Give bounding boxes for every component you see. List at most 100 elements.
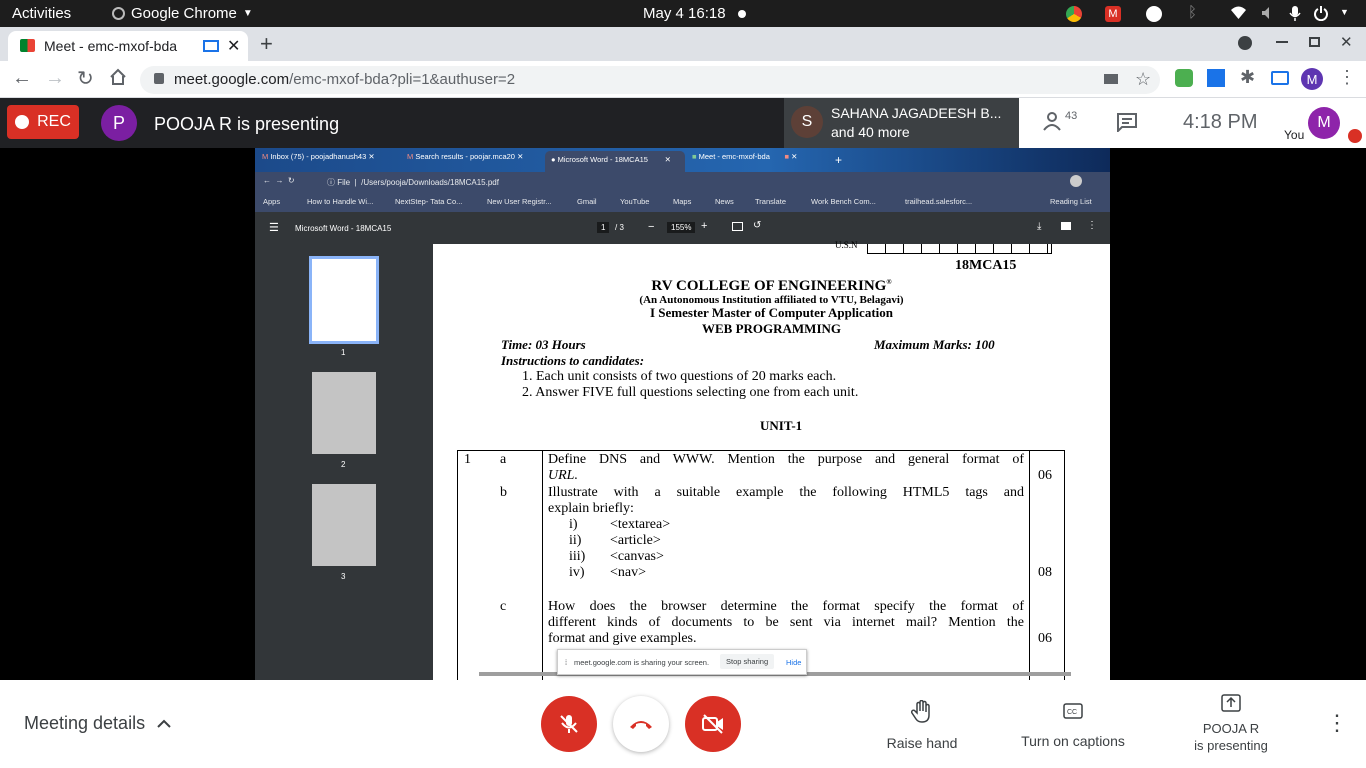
instruction-1: 1. Each unit consists of two questions o… xyxy=(522,369,837,384)
extensions-icon[interactable]: ✱ xyxy=(1240,67,1255,88)
raise-hand-button[interactable]: Raise hand xyxy=(872,700,972,751)
you-label: You xyxy=(1284,128,1305,142)
new-tab-button[interactable]: + xyxy=(260,31,273,57)
question-a-marks: 06 xyxy=(1038,468,1052,483)
dropdown-arrow-icon: ▼ xyxy=(242,8,253,19)
volume-icon[interactable] xyxy=(1260,5,1276,21)
notification-dot-icon xyxy=(737,9,746,18)
camera-off-icon xyxy=(701,714,725,734)
reload-icon[interactable]: ↻ xyxy=(77,66,94,91)
bookmark-star-icon[interactable]: ☆ xyxy=(1135,69,1151,90)
chat-icon[interactable] xyxy=(1116,112,1138,132)
thumbnail-label-3: 3 xyxy=(341,572,346,581)
course-code: 18MCA15 xyxy=(955,258,1017,273)
captions-button[interactable]: CC Turn on captions xyxy=(1013,703,1133,753)
question-c-marks: 06 xyxy=(1038,631,1052,646)
pdf-page-field: 1 xyxy=(597,222,610,233)
question-b-marks: 08 xyxy=(1038,565,1052,580)
microphone-icon[interactable] xyxy=(1289,5,1301,22)
sharing-notice-text: meet.google.com is sharing your screen. xyxy=(574,658,710,667)
meet-clock: 4:18 PM xyxy=(1183,111,1258,133)
browser-tab-bar: Meet - emc-mxof-bda ✕ + ✕ xyxy=(0,27,1366,61)
pdf-fit-icon xyxy=(732,222,743,231)
chrome-icon xyxy=(112,7,125,20)
close-window-icon[interactable]: ✕ xyxy=(1340,33,1353,51)
camera-toggle-button[interactable] xyxy=(685,696,741,752)
shared-screen: M Inbox (75) - poojadhanush43 ✕ M Search… xyxy=(255,148,1110,680)
tab-meet[interactable]: Meet - emc-mxof-bda ✕ xyxy=(8,31,248,61)
html-extension-icon[interactable] xyxy=(1175,69,1193,87)
more-options-icon[interactable]: ⋮ xyxy=(1326,710,1348,736)
mic-toggle-button[interactable] xyxy=(541,696,597,752)
system-top-bar: Activities Google Chrome ▼ May 4 16:18 M… xyxy=(0,0,1366,27)
url-path: /emc-mxof-bda?pli=1&authuser=2 xyxy=(289,71,516,88)
table-divider-left xyxy=(542,451,543,680)
question-table: 1 a Define DNS and WWW. Mention the purp… xyxy=(457,450,1065,680)
shared-address-bar: ← → ↻ ⓘ File | /Users/pooja/Downloads/18… xyxy=(255,172,1110,192)
profile-avatar[interactable]: M xyxy=(1301,68,1323,90)
activities-button[interactable]: Activities xyxy=(12,5,71,22)
home-icon[interactable] xyxy=(109,68,127,86)
bookmark-workbench: Work Bench Com... xyxy=(811,197,876,206)
shared-bookmarks-bar: Apps How to Handle Wi... NextStep- Tata … xyxy=(255,192,1110,212)
system-clock[interactable]: May 4 16:18 xyxy=(643,5,746,22)
wifi-icon[interactable] xyxy=(1230,5,1247,20)
cast-icon[interactable] xyxy=(1271,71,1289,85)
sharing-notice: ⁞ meet.google.com is sharing your screen… xyxy=(557,649,807,675)
instruction-2: 2. Answer FIVE full questions selecting … xyxy=(522,385,859,400)
pdf-page-total: / 3 xyxy=(615,223,624,232)
chrome-tray-icon[interactable] xyxy=(1066,6,1082,22)
shared-tab-strip: M Inbox (75) - poojadhanush43 ✕ M Search… xyxy=(255,148,1110,172)
address-bar[interactable]: meet.google.com/emc-mxof-bda?pli=1&authu… xyxy=(140,66,1160,94)
expand-extension-icon[interactable] xyxy=(1207,69,1225,87)
pdf-zoom-in-icon: + xyxy=(701,220,708,232)
bookmark-apps: Apps xyxy=(263,197,281,206)
presenting-status-button[interactable]: POOJA R is presenting xyxy=(1171,694,1291,764)
browser-menu-icon[interactable]: ⋮ xyxy=(1338,67,1356,88)
back-icon[interactable]: ← xyxy=(12,67,32,90)
pdf-zoom-out-icon: − xyxy=(648,221,655,233)
captions-label: Turn on captions xyxy=(1021,733,1125,749)
close-tab-icon[interactable]: ✕ xyxy=(227,36,240,56)
system-menu-arrow-icon[interactable]: ▼ xyxy=(1340,7,1349,17)
tag-item: <article> xyxy=(610,533,661,548)
present-icon xyxy=(1221,694,1241,712)
pdf-zoom-field: 155% xyxy=(667,222,696,233)
usn-boxes xyxy=(867,244,1052,254)
power-icon[interactable] xyxy=(1313,5,1329,21)
pdf-thumbnails: 1 2 3 xyxy=(255,244,433,680)
minimize-icon[interactable] xyxy=(1276,41,1288,43)
participant-tile[interactable]: S SAHANA JAGADEESH B... and 40 more xyxy=(784,98,1019,148)
tag-item-num: ii) xyxy=(569,533,582,548)
record-tray-icon[interactable] xyxy=(1146,6,1162,22)
bookmark-3: New User Registr... xyxy=(487,197,552,206)
chevron-up-icon xyxy=(157,719,171,728)
app-menu[interactable]: Google Chrome ▼ xyxy=(112,5,253,22)
pdf-page: U.S.N 18MCA15 RV COLLEGE OF ENGINEERING®… xyxy=(433,240,1110,680)
tab-search-icon[interactable] xyxy=(1238,36,1252,50)
browser-toolbar: ← → ↻ meet.google.com/emc-mxof-bda?pli=1… xyxy=(0,61,1366,98)
question-number: 1 xyxy=(464,452,471,467)
thumbnail-page-1 xyxy=(309,256,379,344)
meet-favicon-icon xyxy=(20,39,35,52)
lock-icon xyxy=(154,73,164,84)
presenting-title: POOJA R is presenting xyxy=(154,114,340,134)
people-icon[interactable] xyxy=(1043,111,1067,131)
camera-blocked-icon[interactable] xyxy=(1104,74,1118,84)
bluetooth-icon[interactable]: ᛒ xyxy=(1188,4,1197,21)
restore-icon[interactable] xyxy=(1309,37,1320,47)
unit-heading: UNIT-1 xyxy=(760,418,803,433)
meet-header: REC P POOJA R is presenting S SAHANA JAG… xyxy=(0,98,1366,148)
leave-call-button[interactable] xyxy=(613,696,669,752)
meeting-details-button[interactable]: Meeting details xyxy=(24,713,171,734)
question-c-line3: format and give examples. xyxy=(548,631,697,646)
raise-hand-label: Raise hand xyxy=(886,735,958,751)
forward-icon[interactable]: → xyxy=(45,67,65,90)
hide-button: Hide xyxy=(786,658,802,667)
thumbnail-label-1: 1 xyxy=(341,348,346,357)
self-avatar[interactable]: M xyxy=(1308,107,1340,139)
gmail-tray-icon[interactable]: M xyxy=(1105,6,1121,22)
question-a-line1: Define DNS and WWW. Mention the purpose … xyxy=(548,452,1024,467)
raise-hand-icon xyxy=(911,700,933,724)
presenting-label-line2: is presenting xyxy=(1194,738,1268,753)
